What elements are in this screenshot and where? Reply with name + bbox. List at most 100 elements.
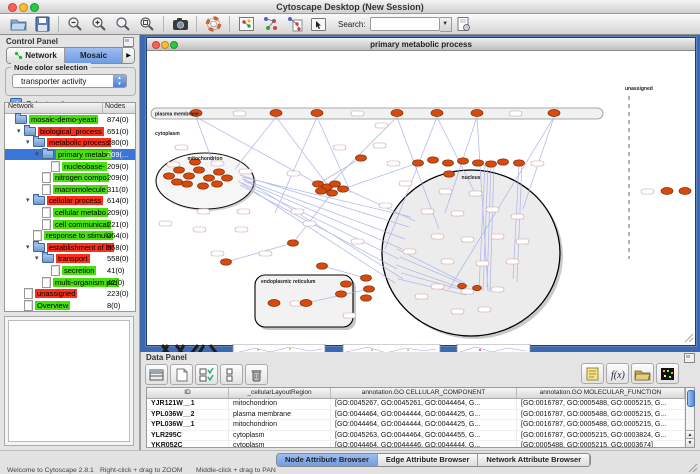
table-cell: YPL036W__2 [147, 410, 229, 420]
expand-triangle-icon[interactable]: ▾ [26, 197, 33, 204]
node-color-dropdown[interactable]: transporter activity ▲▼ [12, 74, 127, 88]
toolbar-separator [229, 16, 230, 32]
network-tree-row[interactable]: cell communicat221(0) [5, 218, 135, 230]
network-tree-row[interactable]: ▾cellular process614(0) [5, 195, 135, 207]
network-tree-row[interactable]: response to stimulu264(0) [5, 230, 135, 242]
note-icon[interactable] [581, 363, 604, 384]
birdseye-view[interactable] [8, 320, 130, 442]
file-icon [42, 219, 51, 230]
minimized-window-glyph[interactable] [162, 345, 218, 352]
zoom-in-icon[interactable] [88, 15, 110, 33]
tab-edge-attribute-browser[interactable]: Edge Attribute Browser [378, 454, 478, 466]
table-row[interactable]: YJR121W__1mitochondrion[GO:0045267, GO:0… [147, 399, 685, 410]
network-tree-row[interactable]: ▾primary metabo209(... [5, 149, 135, 161]
tab-mosaic[interactable]: Mosaic [65, 48, 123, 63]
help-icon[interactable] [202, 15, 224, 33]
table-cell: mitochondrion [229, 399, 331, 409]
tree-row-label: cellular process [47, 196, 103, 205]
minimized-network-thumbnail[interactable] [457, 344, 530, 352]
network-tree-row[interactable]: Overview8(0) [5, 300, 135, 312]
minimized-network-thumbnail[interactable] [343, 344, 440, 352]
expand-triangle-icon[interactable]: ▾ [17, 128, 24, 135]
tab-network-attribute-browser[interactable]: Network Attribute Browser [478, 454, 590, 466]
network-tree-row[interactable]: ▾metabolic process280(0) [5, 137, 135, 149]
scrollbar-thumb[interactable] [687, 390, 695, 407]
table-column-header[interactable]: ID [147, 388, 229, 398]
file-icon [42, 172, 51, 183]
table-column-header[interactable]: annotation.GO MOLECULAR_FUNCTION [517, 388, 685, 398]
tree-row-node-count: 874(0) [107, 115, 129, 124]
resize-grip-icon[interactable] [685, 334, 693, 342]
folder-icon [42, 150, 54, 159]
float-panel-icon[interactable] [123, 37, 134, 47]
float-panel-icon[interactable] [684, 353, 695, 363]
window-resize-grip-icon[interactable] [688, 463, 698, 473]
expand-triangle-icon[interactable]: ▾ [35, 255, 42, 262]
network-canvas[interactable]: plasma membrane cytoplasm mitochondrion … [147, 51, 695, 344]
table-column-header[interactable]: annotation.GO CELLULAR_COMPONENT [331, 388, 517, 398]
table-cell: mitochondrion [229, 420, 331, 430]
zoom-selected-icon[interactable] [136, 15, 158, 33]
control-panel-title: Control Panel [6, 37, 58, 46]
attribute-table-icon[interactable] [145, 364, 168, 385]
main-toolbar: Search: ▼ [0, 14, 700, 35]
network-tree-row[interactable]: cellular metabo209(0) [5, 207, 135, 219]
table-row[interactable]: YKR052Ccytoplasm[GO:0044464, GO:0044446,… [147, 441, 685, 448]
table-row[interactable]: YPL036W__1mitochondrion[GO:0044464, GO:0… [147, 420, 685, 431]
snapshot-icon[interactable] [169, 15, 191, 33]
formula-builder-icon[interactable]: f(x) [606, 363, 629, 384]
network-tree-row[interactable]: ▾transport558(0) [5, 253, 135, 265]
save-icon[interactable] [31, 15, 53, 33]
attribute-table-header[interactable]: ID_cellularLayoutRegionannotation.GO CEL… [147, 388, 685, 399]
table-cell: cytoplasm [229, 441, 331, 448]
tree-row-node-count: 311(0) [107, 185, 128, 194]
folder-icon [42, 254, 54, 263]
network-tree-row[interactable]: ▾establishment of lo558(0) [5, 242, 135, 254]
search-config-icon[interactable] [453, 15, 475, 33]
tree-row-node-count: 8(0) [107, 301, 120, 310]
layout-force-icon[interactable] [283, 15, 305, 33]
network-tree-row[interactable]: ▾biological_process651(0) [5, 126, 135, 138]
new-attribute-icon[interactable] [170, 364, 193, 385]
svg-text:f(x): f(x) [611, 370, 626, 381]
network-tree-row[interactable]: macromolecule311(0) [5, 184, 135, 196]
table-row[interactable]: YLR295Ccytoplasm[GO:0045263, GO:0044464,… [147, 431, 685, 442]
network-tree-row[interactable]: nitrogen compo209(0) [5, 172, 135, 184]
table-scrollbar[interactable]: ▲ ▼ [685, 387, 695, 448]
tab-overflow-button[interactable]: ▶ [123, 48, 134, 63]
delete-attribute-icon[interactable] [245, 364, 268, 385]
tree-row-label: secretion [62, 266, 96, 275]
tree-row-label: cell communicat [53, 220, 111, 229]
table-row[interactable]: YPL036W__2plasma membrane[GO:0044464, GO… [147, 410, 685, 421]
zoom-fit-icon[interactable] [112, 15, 134, 33]
import-attributes-icon[interactable] [631, 363, 654, 384]
svg-text:cytoplasm: cytoplasm [155, 131, 180, 137]
tab-node-attribute-browser[interactable]: Node Attribute Browser [277, 454, 378, 466]
open-icon[interactable] [7, 15, 29, 33]
network-tree-row[interactable]: unassigned223(0) [5, 288, 135, 300]
network-tree-row[interactable]: mosaic-demo-yeast874(0) [5, 114, 135, 126]
matrix-icon[interactable] [656, 363, 679, 384]
expand-triangle-icon[interactable]: ▾ [26, 244, 33, 251]
network-tree-row[interactable]: multi-organism pro42(0) [5, 276, 135, 288]
expand-triangle-icon[interactable]: ▾ [26, 139, 33, 146]
network-overview-icon[interactable] [235, 15, 257, 33]
annotation-icon[interactable] [307, 15, 329, 33]
search-dropdown-arrow-icon[interactable]: ▼ [440, 17, 452, 32]
minimized-network-thumbnail[interactable] [233, 344, 325, 352]
search-input[interactable] [370, 17, 440, 31]
table-cell: [GO:0045267, GO:0045261, GO:0044464, G..… [331, 399, 517, 409]
table-column-header[interactable]: _cellularLayoutRegion [229, 388, 331, 398]
network-window-titlebar[interactable]: primary metabolic process [147, 38, 695, 51]
network-tree-row[interactable]: nucleobase-209(0) [5, 160, 135, 172]
network-tree-row[interactable]: secretion41(0) [5, 265, 135, 277]
tab-network[interactable]: Network [7, 48, 65, 63]
select-attributes-icon[interactable] [195, 364, 218, 385]
expand-triangle-icon[interactable]: ▾ [35, 151, 42, 158]
tree-row-label: primary metabo [56, 150, 112, 159]
unselect-attributes-icon[interactable] [220, 364, 243, 385]
zoom-out-icon[interactable] [64, 15, 86, 33]
table-cell: [GO:0016787, GO:0005215, GO:0003824, G..… [517, 431, 685, 441]
layout-organic-icon[interactable] [259, 15, 281, 33]
scroll-down-icon[interactable]: ▼ [686, 438, 694, 447]
